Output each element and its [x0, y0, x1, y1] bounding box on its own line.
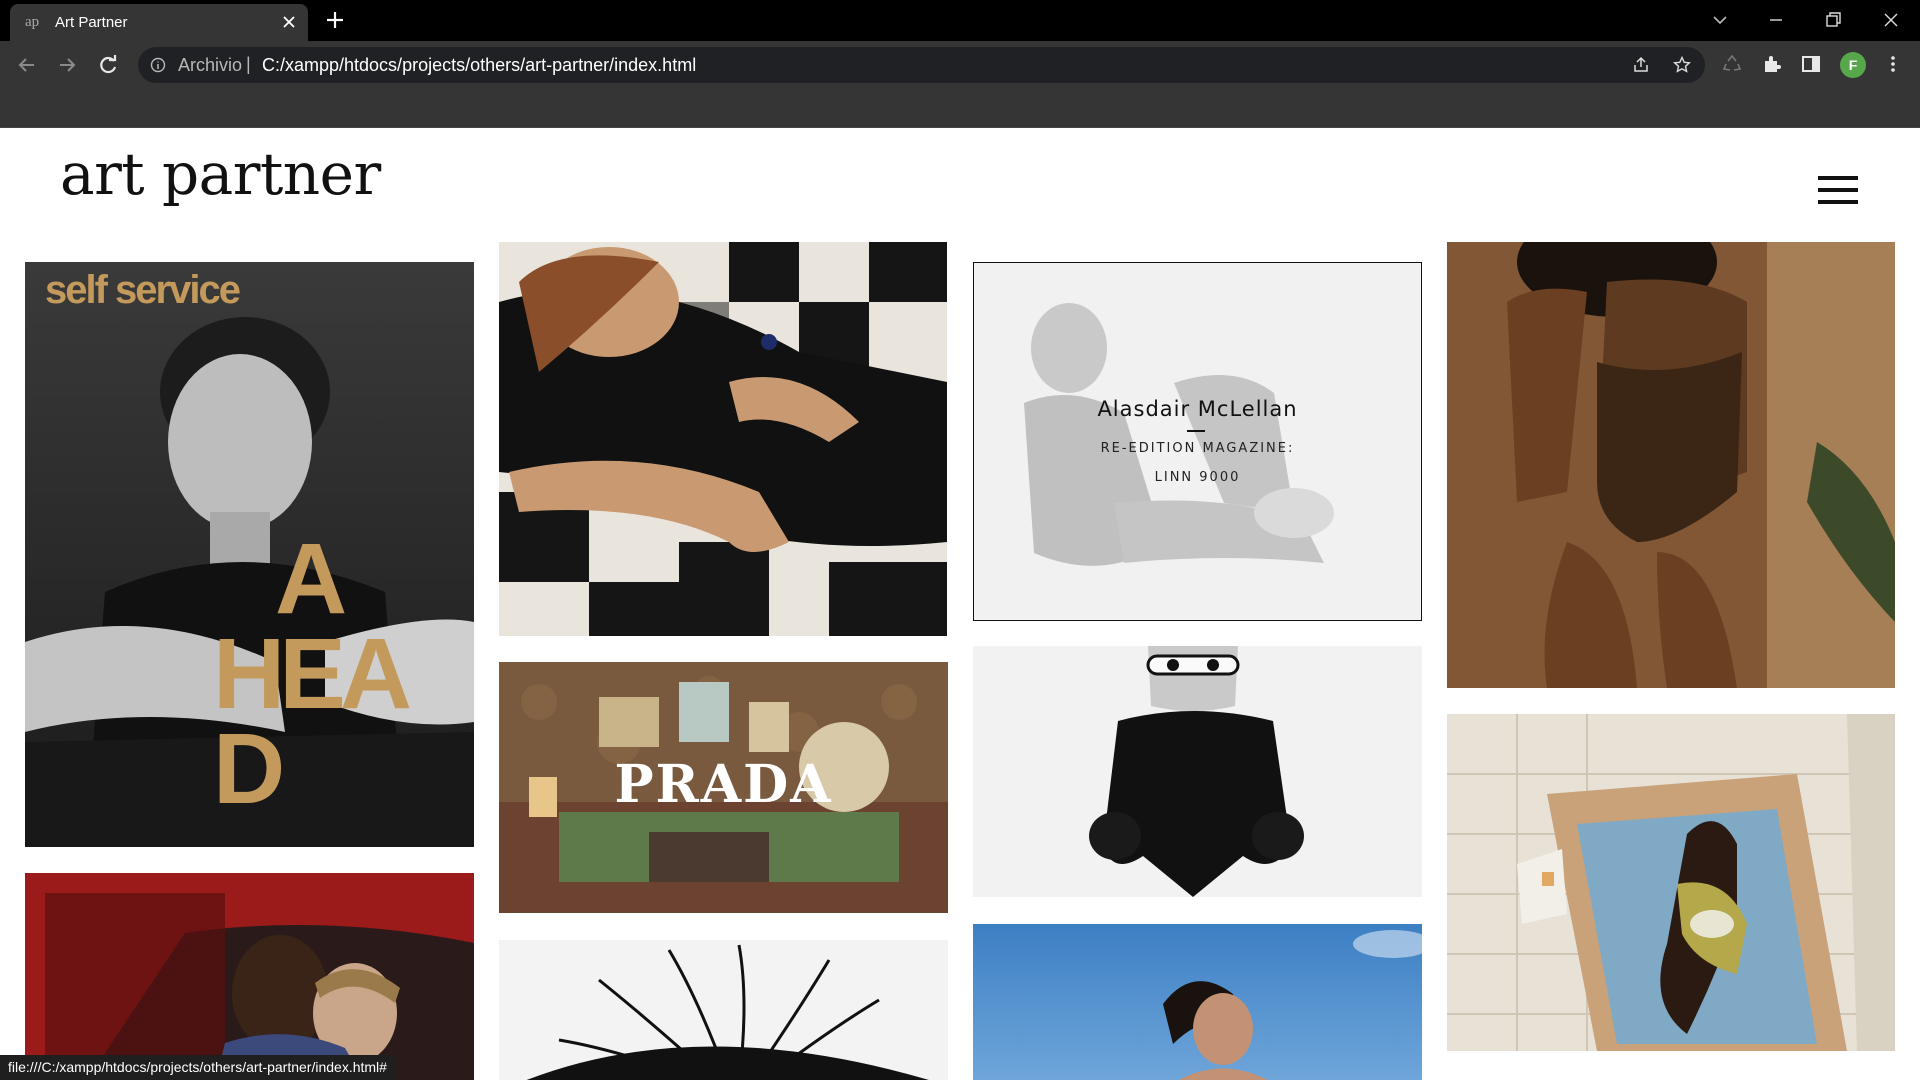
recycle-icon[interactable]: [1721, 53, 1743, 75]
gallery-item-feathers[interactable]: [499, 940, 948, 1080]
back-icon[interactable]: [15, 53, 39, 77]
publication-line-2: LINN 9000: [1154, 470, 1241, 485]
tab-bar: ap Art Partner: [0, 0, 1920, 41]
status-bar-url: file:///C:/xampp/htdocs/projects/others/…: [0, 1055, 395, 1080]
gallery-item-self-service[interactable]: self service A HEA D: [25, 262, 474, 847]
profile-avatar[interactable]: F: [1840, 52, 1866, 78]
feathers-image: [499, 940, 948, 1080]
menu-button[interactable]: [1818, 176, 1858, 204]
gallery-item-bathtub[interactable]: [1447, 714, 1895, 1051]
gallery-item-sky[interactable]: [973, 924, 1422, 1080]
new-tab-icon[interactable]: [326, 11, 344, 29]
url-origin-label: Archivio: [178, 55, 243, 75]
bookmarks-bar: [0, 89, 1920, 128]
side-panel-icon[interactable]: [1800, 53, 1822, 75]
car-scene-image: [25, 873, 474, 1080]
url-separator: |: [246, 54, 251, 74]
tab-title: Art Partner: [55, 14, 128, 31]
sky-portrait-image: [973, 924, 1422, 1080]
photographer-name: Alasdair McLellan: [1097, 397, 1298, 421]
page-content: art partner self service A HEA D PRADA A…: [0, 128, 1920, 1080]
gallery-item-fur-coat[interactable]: [973, 646, 1422, 897]
gallery-item-swimsuit[interactable]: [1447, 242, 1895, 688]
close-tab-icon[interactable]: [282, 15, 296, 29]
bookmark-star-icon[interactable]: [1673, 56, 1691, 74]
gallery-item-car[interactable]: [25, 873, 474, 1080]
gallery-item-prada[interactable]: PRADA: [499, 662, 948, 913]
gallery-item-mclellan[interactable]: Alasdair McLellan RE-EDITION MAGAZINE: L…: [973, 262, 1422, 621]
browser-toolbar: Archivio | C:/xampp/htdocs/projects/othe…: [0, 41, 1920, 89]
tab-search-icon[interactable]: [1710, 10, 1730, 30]
extensions-icon[interactable]: [1761, 53, 1783, 75]
more-menu-icon[interactable]: [1882, 53, 1904, 75]
browser-tab[interactable]: ap Art Partner: [10, 4, 308, 41]
self-service-headline-hea: HEA: [213, 618, 412, 730]
address-bar[interactable]: Archivio | C:/xampp/htdocs/projects/othe…: [138, 47, 1705, 83]
info-icon[interactable]: [150, 57, 166, 73]
self-service-headline-d: D: [213, 713, 286, 825]
gallery-item-checkerboard[interactable]: [499, 242, 947, 636]
self-service-masthead: self service: [45, 268, 241, 312]
favicon-icon: ap: [25, 14, 40, 30]
swimsuit-editorial-image: [1447, 242, 1895, 688]
share-icon[interactable]: [1632, 56, 1650, 74]
bathtub-editorial-image: [1447, 714, 1895, 1051]
title-divider: [1187, 430, 1205, 432]
forward-icon[interactable]: [55, 53, 79, 77]
url-text[interactable]: C:/xampp/htdocs/projects/others/art-part…: [262, 55, 696, 76]
self-service-headline-a: A: [275, 523, 348, 635]
fur-coat-image: [973, 646, 1422, 897]
menu-bar-line: [1818, 176, 1858, 180]
prada-logo-text: PRADA: [614, 754, 833, 815]
publication-line-1: RE-EDITION MAGAZINE:: [1100, 441, 1295, 456]
menu-bar-line: [1818, 188, 1858, 192]
checkerboard-editorial-image: [499, 242, 947, 636]
site-logo[interactable]: art partner: [60, 140, 381, 208]
menu-bar-line: [1818, 200, 1858, 204]
reload-icon[interactable]: [96, 53, 120, 77]
close-window-icon[interactable]: [1881, 10, 1901, 30]
restore-icon[interactable]: [1823, 10, 1843, 30]
minimize-icon[interactable]: [1766, 10, 1786, 30]
